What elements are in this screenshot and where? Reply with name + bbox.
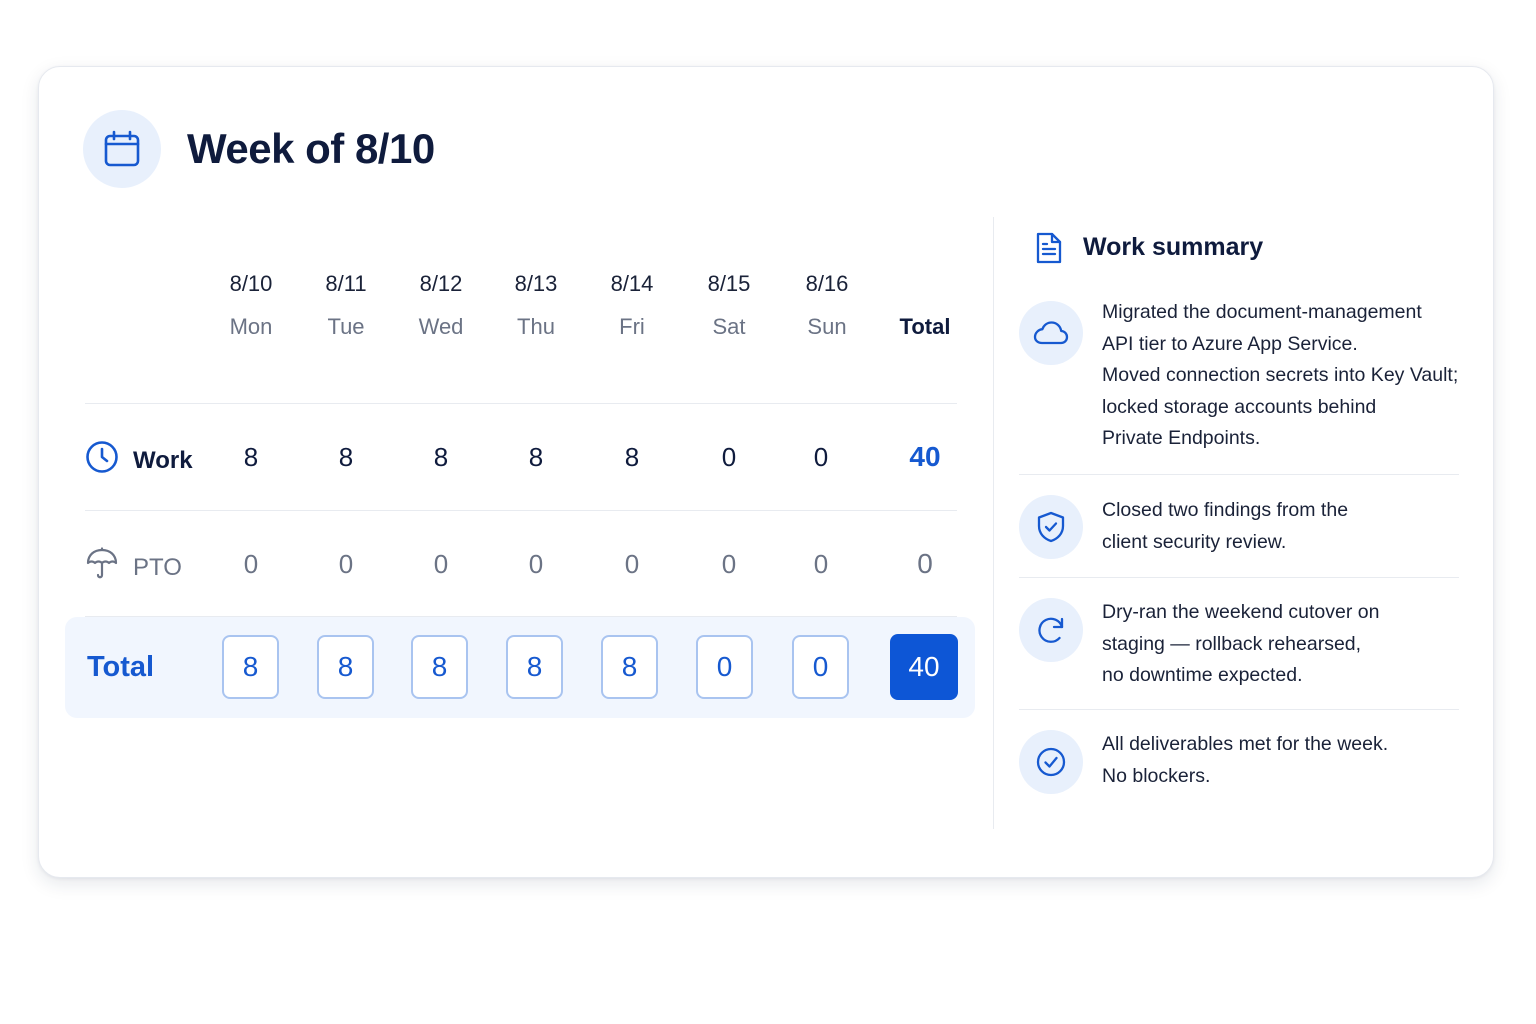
summary-line: locked storage accounts behind (1102, 395, 1377, 418)
row-label-text: PTO (133, 553, 182, 581)
column-date: 8/16 (805, 271, 849, 296)
work-cell-fri[interactable]: 8 (592, 442, 672, 473)
umbrella-icon (85, 547, 119, 588)
total-box-mon: 8 (222, 635, 279, 699)
summary-item: Dry-ran the weekend cutover on staging —… (1102, 597, 1472, 692)
pto-cell-tue[interactable]: 0 (306, 549, 386, 580)
shield-check-icon (1019, 495, 1083, 559)
summary-line: Closed two findings from the (1102, 499, 1349, 521)
total-box-sun: 0 (792, 635, 849, 699)
timesheet-card: Week of 8/10 8/10 Mon 8/11 Tue 8/12 Wed … (38, 66, 1494, 878)
column-day: Fri (619, 314, 645, 339)
work-cell-thu[interactable]: 8 (496, 442, 576, 473)
check-circle-icon (1019, 730, 1083, 794)
pto-cell-wed[interactable]: 0 (401, 549, 481, 580)
pto-cell-sun[interactable]: 0 (781, 549, 861, 580)
work-row-label: Work (85, 440, 193, 481)
summary-line: Private Endpoints. (1102, 427, 1261, 449)
summary-line: No blockers. (1102, 764, 1211, 787)
column-date: 8/15 (707, 271, 751, 296)
column-day: Wed (418, 314, 464, 339)
totals-row-label: Total (87, 651, 155, 683)
calendar-icon (83, 110, 161, 188)
summary-line: All deliverables met for the week. (1102, 733, 1389, 755)
summary-item: Closed two findings from the client secu… (1102, 495, 1472, 558)
grand-total-box: 40 (890, 634, 958, 700)
work-cell-sat[interactable]: 0 (689, 442, 769, 473)
work-cell-wed[interactable]: 8 (401, 442, 481, 473)
column-date: 8/11 (325, 271, 367, 296)
column-header-total: Total (899, 314, 951, 339)
summary-item: Migrated the document-management API tie… (1102, 297, 1472, 455)
cloud-icon (1019, 301, 1083, 365)
pto-cell-thu[interactable]: 0 (496, 549, 576, 580)
summary-divider (1019, 577, 1459, 578)
column-day: Thu (517, 314, 555, 339)
summary-line: no downtime expected. (1102, 664, 1303, 686)
total-box-tue: 8 (317, 635, 374, 699)
pto-cell-mon[interactable]: 0 (211, 549, 291, 580)
document-icon (1033, 231, 1065, 270)
column-day: Mon (229, 314, 273, 339)
summary-line: Migrated the document-management (1102, 301, 1422, 323)
column-date: 8/14 (610, 271, 654, 296)
panel-divider (993, 217, 994, 829)
summary-line: Dry-ran the weekend cutover on (1102, 601, 1380, 623)
total-box-sat: 0 (696, 635, 753, 699)
pto-cell-sat[interactable]: 0 (689, 549, 769, 580)
summary-title: Work summary (1083, 233, 1264, 261)
summary-line: API tier to Azure App Service. (1102, 332, 1358, 355)
summary-line: Moved connection secrets into Key Vault; (1102, 364, 1459, 386)
pto-cell-fri[interactable]: 0 (592, 549, 672, 580)
page-title: Week of 8/10 (187, 125, 435, 172)
row-divider (85, 403, 957, 404)
refresh-icon (1019, 598, 1083, 662)
work-row-total: 40 (909, 441, 941, 472)
summary-item: All deliverables met for the week. No bl… (1102, 729, 1472, 792)
column-day: Sun (807, 314, 847, 339)
row-divider (85, 510, 957, 511)
summary-line: staging — rollback rehearsed, (1102, 632, 1362, 655)
total-box-wed: 8 (411, 635, 468, 699)
summary-divider (1019, 709, 1459, 710)
row-label-text: Work (133, 446, 193, 474)
column-date: 8/10 (229, 271, 273, 296)
work-cell-mon[interactable]: 8 (211, 442, 291, 473)
work-cell-sun[interactable]: 0 (781, 442, 861, 473)
column-date: 8/13 (514, 271, 558, 296)
column-date: 8/12 (419, 271, 463, 296)
column-day: Sat (712, 314, 746, 339)
pto-row-label: PTO (85, 547, 182, 588)
column-day: Tue (327, 314, 365, 339)
summary-divider (1019, 474, 1459, 475)
clock-icon (85, 440, 119, 481)
work-cell-tue[interactable]: 8 (306, 442, 386, 473)
total-box-fri: 8 (601, 635, 658, 699)
pto-row-total: 0 (917, 548, 933, 579)
total-box-thu: 8 (506, 635, 563, 699)
summary-line: client security review. (1102, 530, 1287, 553)
